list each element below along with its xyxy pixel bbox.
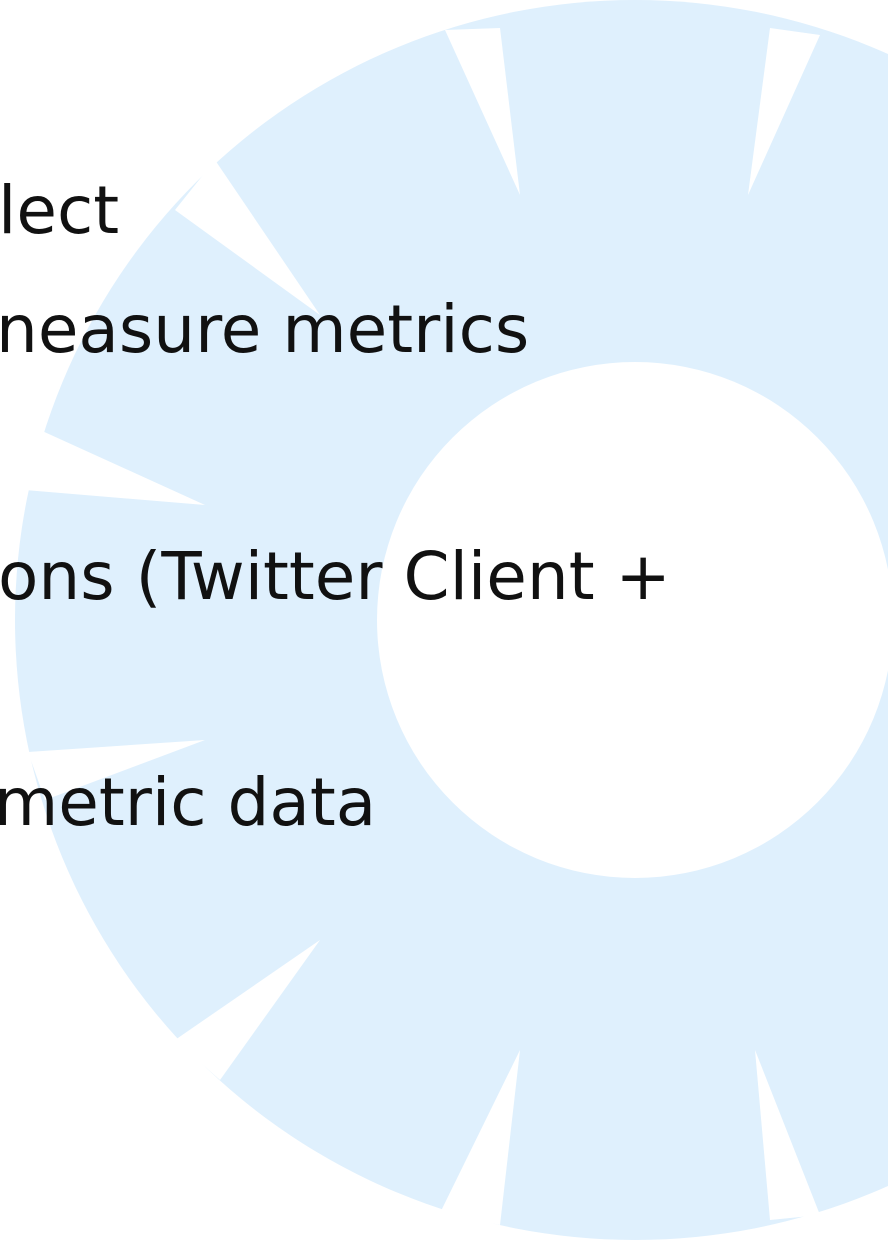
bullet-line-2: neasure metrics	[0, 291, 530, 368]
slide: lect neasure metrics ons (Twitter Client…	[0, 0, 888, 1245]
bullet-line-3: ons (Twitter Client +	[0, 538, 671, 615]
bullet-line-1: lect	[0, 172, 120, 249]
text-body: lect neasure metrics ons (Twitter Client…	[0, 0, 888, 1245]
bullet-line-4: metric data	[0, 764, 377, 841]
